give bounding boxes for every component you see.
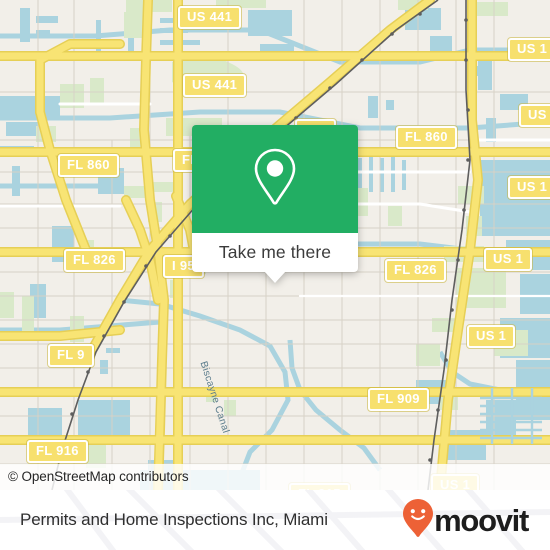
road-shield: FL 909 — [368, 388, 429, 411]
road-shield: US 1 — [467, 325, 516, 348]
road-shield: US 441 — [178, 6, 242, 29]
location-callout-card[interactable]: Take me there — [192, 125, 358, 283]
moovit-brand[interactable]: moovit — [402, 498, 529, 543]
take-me-there-label: Take me there — [218, 242, 332, 262]
road-shield: FL 916 — [27, 440, 88, 463]
callout-pointer-tail — [264, 271, 286, 283]
moovit-smiley-pin-icon — [402, 498, 434, 543]
road-shield: US 441 — [183, 74, 247, 97]
callout-action-area[interactable]: Take me there — [192, 233, 358, 283]
map-pin-icon — [252, 147, 298, 212]
road-shield: US 1 — [508, 38, 550, 61]
road-shield: FL 860 — [396, 126, 457, 149]
road-shield: US 1 — [484, 248, 533, 271]
map-attribution[interactable]: © OpenStreetMap contributors — [0, 464, 550, 490]
map-screenshot-page: US 441US 441US 1US 1I 95FL 860FL 860FL 8… — [0, 0, 550, 550]
callout-icon-area — [192, 125, 358, 233]
road-shield: US 1 — [519, 104, 550, 127]
footer-bar: Permits and Home Inspections Inc, Miami … — [0, 490, 550, 550]
road-shield: US 1 — [508, 176, 550, 199]
road-shield: FL 860 — [58, 154, 119, 177]
road-shield: FL 9 — [48, 344, 94, 367]
road-shield: FL 826 — [385, 259, 446, 282]
moovit-wordmark: moovit — [434, 502, 529, 538]
page-title: Permits and Home Inspections Inc, Miami — [20, 510, 328, 529]
road-shield: FL 826 — [64, 249, 125, 272]
